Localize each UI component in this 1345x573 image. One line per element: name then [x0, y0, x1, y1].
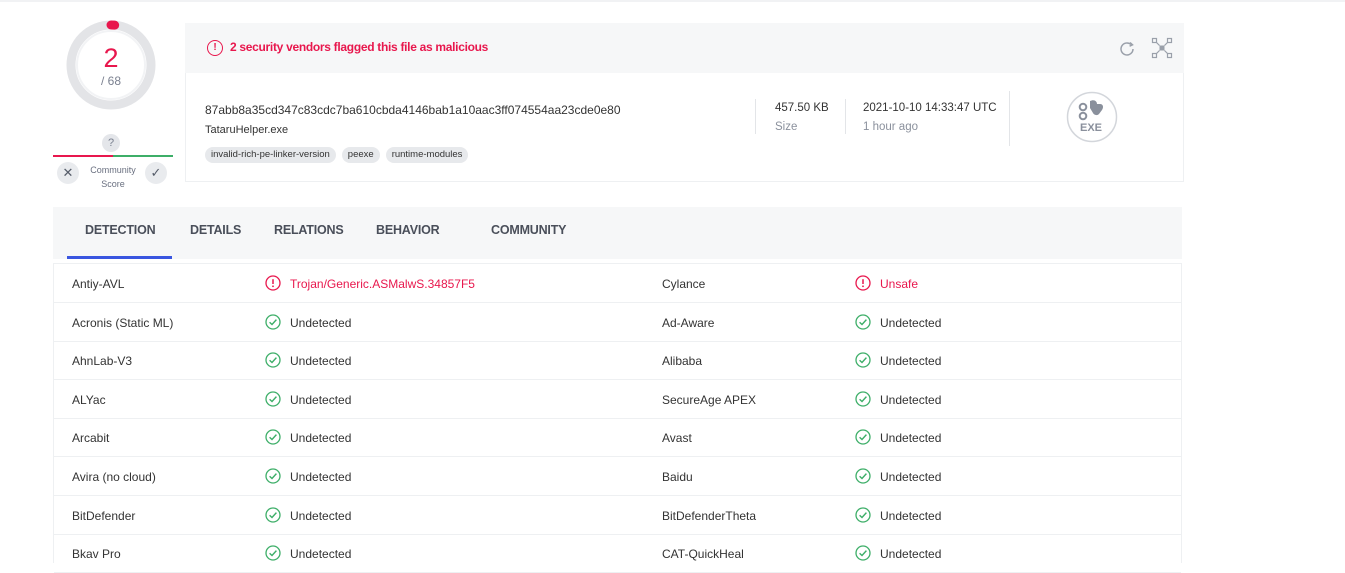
table-row: ALYac Undetected SecureAge APEX Undetected [54, 380, 1181, 419]
engine-result: Undetected [880, 431, 942, 446]
graph-icon[interactable] [1151, 37, 1173, 59]
table-row: Arcabit Undetected Avast Undetected [54, 418, 1181, 458]
alert-circle-icon [265, 275, 281, 291]
detections-count: 2 [103, 43, 119, 73]
tag-chip[interactable]: runtime-modules [385, 147, 469, 163]
exe-file-icon: EXE [1066, 91, 1118, 143]
check-circle-icon [265, 468, 281, 484]
check-circle-icon [265, 313, 281, 330]
report-tabs: DETECTION DETAILS RELATIONS BEHAVIOR COM… [53, 207, 1182, 259]
engine-result: Undetected [880, 354, 942, 369]
table-row: Acronis (Static ML) Undetected Ad-Aware Und… [54, 303, 1181, 342]
check-circle-icon [855, 468, 871, 484]
check-circle-icon [855, 545, 871, 561]
engine-result: Trojan/Generic.ASMalwS.34857F5 [290, 277, 475, 291]
engine-name: Avast [662, 431, 692, 446]
engine-name: CAT-QuickHeal [662, 547, 744, 562]
file-name: TataruHelper.exe [205, 124, 289, 136]
engine-result: Undetected [880, 315, 942, 330]
engine-name: Avira (no cloud) [72, 470, 156, 484]
top-divider [0, 0, 1345, 2]
file-size: 457.50 KB [775, 102, 829, 114]
engine-result: Undetected [880, 547, 942, 562]
check-icon: ✓ [150, 165, 162, 180]
check-circle-icon [265, 506, 281, 523]
alert-circle-icon [855, 275, 871, 291]
engine-name: Ad-Aware [662, 315, 715, 330]
engine-name: BitDefenderTheta [662, 508, 757, 523]
analysis-age: 1 hour ago [863, 121, 918, 133]
detections-table: Antiy-AVL Trojan/Generic.ASMalwS.34857F5 C… [53, 263, 1182, 573]
engine-name: Bkav Pro [72, 547, 121, 562]
engine-name: Alibaba [662, 354, 703, 369]
divider [1009, 91, 1010, 146]
community-score-bar [53, 155, 173, 158]
check-circle-icon [855, 391, 871, 407]
file-tags: invalid-rich-pe-linker-version peexe run… [205, 147, 469, 163]
engine-result: Undetected [290, 315, 352, 330]
alert-circle-icon: ! [207, 40, 223, 56]
divider [845, 99, 846, 134]
file-size-label: Size [775, 121, 798, 133]
engine-result: Undetected [290, 508, 352, 523]
close-icon: ✕ [62, 165, 74, 180]
tag-chip[interactable]: peexe [341, 147, 380, 163]
check-circle-icon [855, 352, 871, 368]
check-circle-icon [855, 506, 871, 523]
engine-result: Undetected [290, 392, 352, 407]
tab-behavior[interactable]: BEHAVIOR [376, 223, 440, 237]
table-row: AhnLab-V3 Undetected Alibaba Undetected [54, 341, 1181, 381]
engine-result: Unsafe [880, 277, 919, 291]
engine-name: ALYac [72, 392, 106, 407]
active-tab-indicator [67, 256, 172, 259]
community-score-value: ? [102, 134, 120, 152]
community-score-label: Community Score [90, 165, 136, 189]
engine-name: Acronis (Static ML) [72, 315, 174, 330]
check-circle-icon [855, 313, 871, 330]
tab-detection[interactable]: DETECTION [85, 223, 156, 237]
engine-name: Cylance [662, 277, 706, 291]
vote-harmless-button[interactable]: ✓ [145, 162, 167, 184]
tab-relations[interactable]: RELATIONS [274, 223, 344, 237]
engine-result: Undetected [880, 508, 942, 523]
engine-name: AhnLab-V3 [72, 354, 133, 369]
tab-details[interactable]: DETAILS [190, 223, 241, 237]
engines-total: / 68 [100, 74, 121, 88]
check-circle-icon [265, 545, 281, 561]
check-circle-icon [265, 429, 281, 446]
file-type-label: EXE [1080, 122, 1102, 134]
engine-name: Baidu [662, 470, 693, 484]
detection-score-gauge: 2 / 68 [66, 20, 156, 110]
check-circle-icon [265, 391, 281, 407]
analysis-date: 2021-10-10 14:33:47 UTC [863, 102, 997, 114]
engine-result: Undetected [290, 470, 352, 484]
malicious-alert-banner: ! 2 security vendors flagged this file a… [185, 23, 1184, 73]
tag-chip[interactable]: invalid-rich-pe-linker-version [205, 147, 336, 163]
engine-result: Undetected [290, 547, 352, 562]
table-row: Antiy-AVL Trojan/Generic.ASMalwS.34857F5 C… [54, 264, 1181, 303]
check-circle-icon [265, 352, 281, 368]
table-row: Avira (no cloud) Undetected Baidu Undetecte… [54, 457, 1181, 496]
vote-harmful-button[interactable]: ✕ [57, 162, 79, 184]
refresh-icon[interactable] [1117, 39, 1137, 59]
tab-community[interactable]: COMMUNITY [491, 223, 566, 237]
check-circle-icon [855, 429, 871, 446]
engine-name: SecureAge APEX [662, 392, 757, 407]
table-row: BitDefender Undetected BitDefenderTheta Und… [54, 496, 1181, 535]
engine-result: Undetected [290, 354, 352, 369]
engine-name: BitDefender [72, 508, 136, 523]
engine-result: Undetected [880, 392, 942, 407]
file-hash[interactable]: 87abb8a35cd347c83cdc7ba610cbda4146bab1a1… [205, 103, 621, 117]
divider [755, 99, 756, 134]
engine-result: Undetected [880, 470, 942, 484]
engine-name: Arcabit [72, 431, 110, 446]
engine-result: Undetected [290, 431, 352, 446]
file-info-panel: 87abb8a35cd347c83cdc7ba610cbda4146bab1a1… [185, 73, 1184, 182]
alert-message: 2 security vendors flagged this file as … [230, 40, 489, 54]
engine-name: Antiy-AVL [72, 277, 125, 291]
